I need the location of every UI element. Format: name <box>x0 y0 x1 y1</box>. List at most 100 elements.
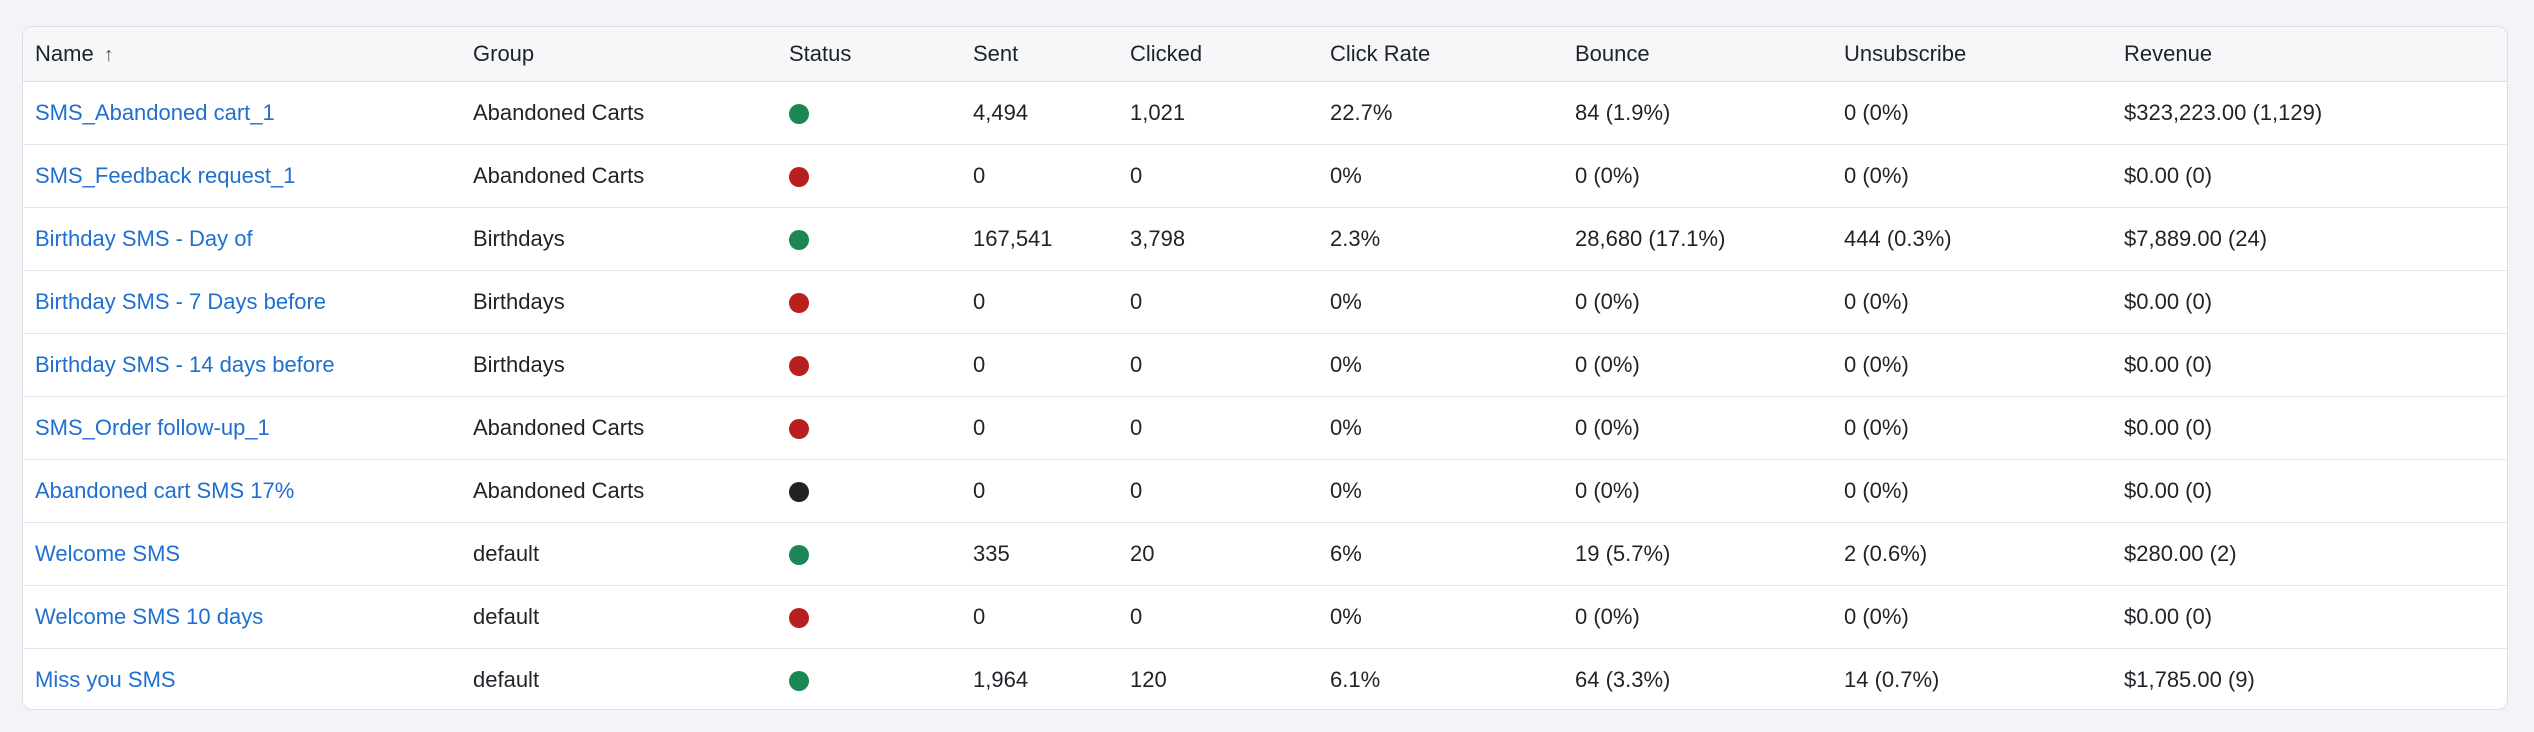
flow-name-link[interactable]: Welcome SMS 10 days <box>35 604 263 629</box>
flow-name-link[interactable]: Birthday SMS - Day of <box>35 226 253 251</box>
column-header-bounce[interactable]: Bounce <box>1563 27 1832 82</box>
flow-name-link[interactable]: SMS_Order follow-up_1 <box>35 415 270 440</box>
cell-group: default <box>473 540 540 566</box>
cell-status <box>777 648 961 709</box>
cell-unsubscribe: 0 (0%) <box>1844 99 1909 125</box>
cell-bounce: 28,680 (17.1%) <box>1575 225 1726 251</box>
cell-sent: 335 <box>973 540 1010 566</box>
table-row[interactable]: SMS_Order follow-up_1 Abandoned Carts 0 … <box>23 396 2507 459</box>
cell-bounce: 0 (0%) <box>1575 414 1640 440</box>
cell-status <box>777 585 961 648</box>
column-header-revenue-label: Revenue <box>2124 40 2213 66</box>
flow-name-link[interactable]: SMS_Abandoned cart_1 <box>35 100 275 125</box>
flow-name-link[interactable]: Abandoned cart SMS 17% <box>35 478 294 503</box>
cell-revenue: $0.00 (0) <box>2124 414 2213 440</box>
cell-sent: 0 <box>973 477 986 503</box>
cell-clicked: 20 <box>1130 540 1155 566</box>
table-row[interactable]: SMS_Feedback request_1 Abandoned Carts 0… <box>23 144 2507 207</box>
cell-unsubscribe: 0 (0%) <box>1844 162 1909 188</box>
table-row[interactable]: Miss you SMS default 1,964 120 6.1% 64 (… <box>23 648 2507 709</box>
cell-click-rate: 6% <box>1330 540 1362 566</box>
cell-unsubscribe: 0 (0%) <box>1844 603 1909 629</box>
flow-name-link[interactable]: Miss you SMS <box>35 667 176 692</box>
status-red-dot-icon <box>789 292 809 313</box>
column-header-click-rate[interactable]: Click Rate <box>1318 27 1563 82</box>
cell-clicked: 0 <box>1130 477 1143 503</box>
cell-revenue: $280.00 (2) <box>2124 540 2237 566</box>
flow-name-link[interactable]: SMS_Feedback request_1 <box>35 163 296 188</box>
cell-bounce: 84 (1.9%) <box>1575 99 1671 125</box>
column-header-revenue[interactable]: Revenue <box>2112 27 2507 82</box>
cell-click-rate: 22.7% <box>1330 99 1393 125</box>
column-header-clicked[interactable]: Clicked <box>1118 27 1318 82</box>
cell-clicked: 0 <box>1130 603 1143 629</box>
table-row[interactable]: Birthday SMS - Day of Birthdays 167,541 … <box>23 207 2507 270</box>
status-red-dot-icon <box>789 418 809 439</box>
cell-sent: 4,494 <box>973 99 1029 125</box>
cell-status <box>777 270 961 333</box>
cell-name: Miss you SMS <box>23 648 461 709</box>
table-body: SMS_Abandoned cart_1 Abandoned Carts 4,4… <box>23 81 2507 709</box>
flow-name-link[interactable]: Birthday SMS - 7 Days before <box>35 289 326 314</box>
status-red-dot-icon <box>789 607 809 628</box>
cell-unsubscribe: 0 (0%) <box>1844 351 1909 377</box>
flow-name-link[interactable]: Welcome SMS <box>35 541 180 566</box>
cell-name: Abandoned cart SMS 17% <box>23 459 461 522</box>
cell-clicked: 0 <box>1130 351 1143 377</box>
status-green-dot-icon <box>789 670 809 691</box>
cell-clicked: 0 <box>1130 414 1143 440</box>
column-header-clicked-label: Clicked <box>1130 40 1203 66</box>
cell-click-rate: 0% <box>1330 288 1362 314</box>
column-header-name-label: Name <box>35 40 94 66</box>
flow-name-link[interactable]: Birthday SMS - 14 days before <box>35 352 335 377</box>
cell-revenue: $0.00 (0) <box>2124 288 2213 314</box>
cell-bounce: 64 (3.3%) <box>1575 666 1671 692</box>
cell-group: Birthdays <box>473 225 565 251</box>
cell-unsubscribe: 0 (0%) <box>1844 414 1909 440</box>
table-row[interactable]: SMS_Abandoned cart_1 Abandoned Carts 4,4… <box>23 81 2507 144</box>
sort-ascending-icon[interactable]: ↑ <box>104 44 114 67</box>
cell-name: SMS_Abandoned cart_1 <box>23 81 461 144</box>
cell-unsubscribe: 14 (0.7%) <box>1844 666 1940 692</box>
table-row[interactable]: Birthday SMS - 14 days before Birthdays … <box>23 333 2507 396</box>
cell-status <box>777 81 961 144</box>
cell-group: Abandoned Carts <box>473 477 645 503</box>
status-green-dot-icon <box>789 103 809 124</box>
cell-sent: 0 <box>973 414 986 440</box>
cell-revenue: $0.00 (0) <box>2124 351 2213 377</box>
cell-bounce: 0 (0%) <box>1575 603 1640 629</box>
table-row[interactable]: Abandoned cart SMS 17% Abandoned Carts 0… <box>23 459 2507 522</box>
cell-revenue: $323,223.00 (1,129) <box>2124 99 2323 125</box>
status-red-dot-icon <box>789 355 809 376</box>
cell-name: SMS_Order follow-up_1 <box>23 396 461 459</box>
cell-name: Birthday SMS - 14 days before <box>23 333 461 396</box>
cell-group: Abandoned Carts <box>473 99 645 125</box>
column-header-status[interactable]: Status <box>777 27 961 82</box>
column-header-sent[interactable]: Sent <box>961 27 1118 82</box>
status-green-dot-icon <box>789 544 809 565</box>
cell-name: Welcome SMS <box>23 522 461 585</box>
cell-name: Birthday SMS - Day of <box>23 207 461 270</box>
cell-bounce: 0 (0%) <box>1575 351 1640 377</box>
cell-sent: 0 <box>973 603 986 629</box>
cell-status <box>777 333 961 396</box>
cell-click-rate: 0% <box>1330 603 1362 629</box>
column-header-unsubscribe[interactable]: Unsubscribe <box>1832 27 2112 82</box>
column-header-unsubscribe-label: Unsubscribe <box>1844 40 1967 66</box>
table-row[interactable]: Welcome SMS default 335 20 6% 19 (5.7%) … <box>23 522 2507 585</box>
cell-clicked: 1,021 <box>1130 99 1186 125</box>
table-row[interactable]: Welcome SMS 10 days default 0 0 0% 0 (0%… <box>23 585 2507 648</box>
cell-status <box>777 207 961 270</box>
column-header-group[interactable]: Group <box>461 27 777 82</box>
table-row[interactable]: Birthday SMS - 7 Days before Birthdays 0… <box>23 270 2507 333</box>
cell-revenue: $0.00 (0) <box>2124 162 2213 188</box>
cell-revenue: $1,785.00 (9) <box>2124 666 2255 692</box>
cell-group: Birthdays <box>473 351 565 377</box>
cell-bounce: 0 (0%) <box>1575 162 1640 188</box>
column-header-group-label: Group <box>473 40 535 66</box>
cell-sent: 0 <box>973 162 986 188</box>
cell-group: Abandoned Carts <box>473 162 645 188</box>
cell-click-rate: 0% <box>1330 162 1362 188</box>
column-header-name[interactable]: Name ↑ <box>23 27 461 82</box>
cell-unsubscribe: 0 (0%) <box>1844 288 1909 314</box>
